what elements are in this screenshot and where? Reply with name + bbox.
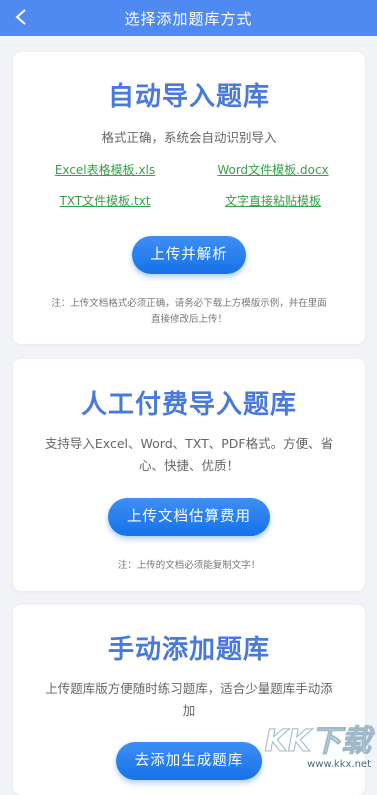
watermark-logo: KK下载 www.kkx.net	[264, 724, 371, 770]
chevron-left-icon	[15, 9, 26, 25]
excel-template-link[interactable]: Excel表格模板.xls	[21, 161, 189, 178]
paid-import-subtitle: 支持导入Excel、Word、TXT、PDF格式。方便、省 心、快捷、优质！	[13, 433, 365, 477]
auto-import-note: 注：上传文档格式必须正确，请务必下载上方模版示例，并在里面 直接修改后上传！	[13, 296, 365, 328]
subtitle-line: 加	[182, 703, 196, 718]
back-button[interactable]	[10, 6, 32, 28]
top-bar: 选择添加题库方式	[0, 0, 377, 36]
note-line: 直接修改后上传！	[150, 314, 227, 325]
paid-import-card: 人工付费导入题库 支持导入Excel、Word、TXT、PDF格式。方便、省 心…	[13, 359, 365, 591]
auto-import-card: 自动导入题库 格式正确，系统会自动识别导入 Excel表格模板.xls Word…	[13, 52, 365, 344]
subtitle-line: 支持导入Excel、Word、TXT、PDF格式。方便、省	[44, 436, 334, 451]
watermark-url: www.kkx.net	[307, 759, 371, 770]
paid-import-note: 注：上传的文档必须能复制文字！	[117, 560, 261, 571]
paid-import-title: 人工付费导入题库	[80, 390, 297, 420]
watermark-text: KK下载	[264, 724, 371, 759]
auto-import-title: 自动导入题库	[107, 82, 270, 112]
template-links: Excel表格模板.xls Word文件模板.docx TXT文件模板.txt …	[13, 161, 365, 209]
word-template-link[interactable]: Word文件模板.docx	[189, 161, 357, 178]
estimate-cost-button[interactable]: 上传文档估算费用	[108, 498, 270, 536]
note-line: 注：上传文档格式必须正确，请务必下载上方模版示例，并在里面	[51, 298, 327, 309]
manual-add-subtitle: 上传题库版方便随时练习题库，适合少量题库手动添 加	[13, 678, 365, 722]
subtitle-line: 心、快捷、优质！	[138, 458, 239, 473]
page-title: 选择添加题库方式	[124, 9, 253, 28]
upload-parse-button[interactable]: 上传并解析	[132, 236, 246, 274]
auto-import-subtitle: 格式正确，系统会自动识别导入	[101, 130, 277, 145]
paste-template-link[interactable]: 文字直接粘贴模板	[189, 192, 357, 209]
txt-template-link[interactable]: TXT文件模板.txt	[21, 192, 189, 209]
manual-add-title: 手动添加题库	[107, 635, 270, 665]
add-question-bank-button[interactable]: 去添加生成题库	[116, 742, 262, 780]
subtitle-line: 上传题库版方便随时练习题库，适合少量题库手动添	[45, 681, 333, 696]
